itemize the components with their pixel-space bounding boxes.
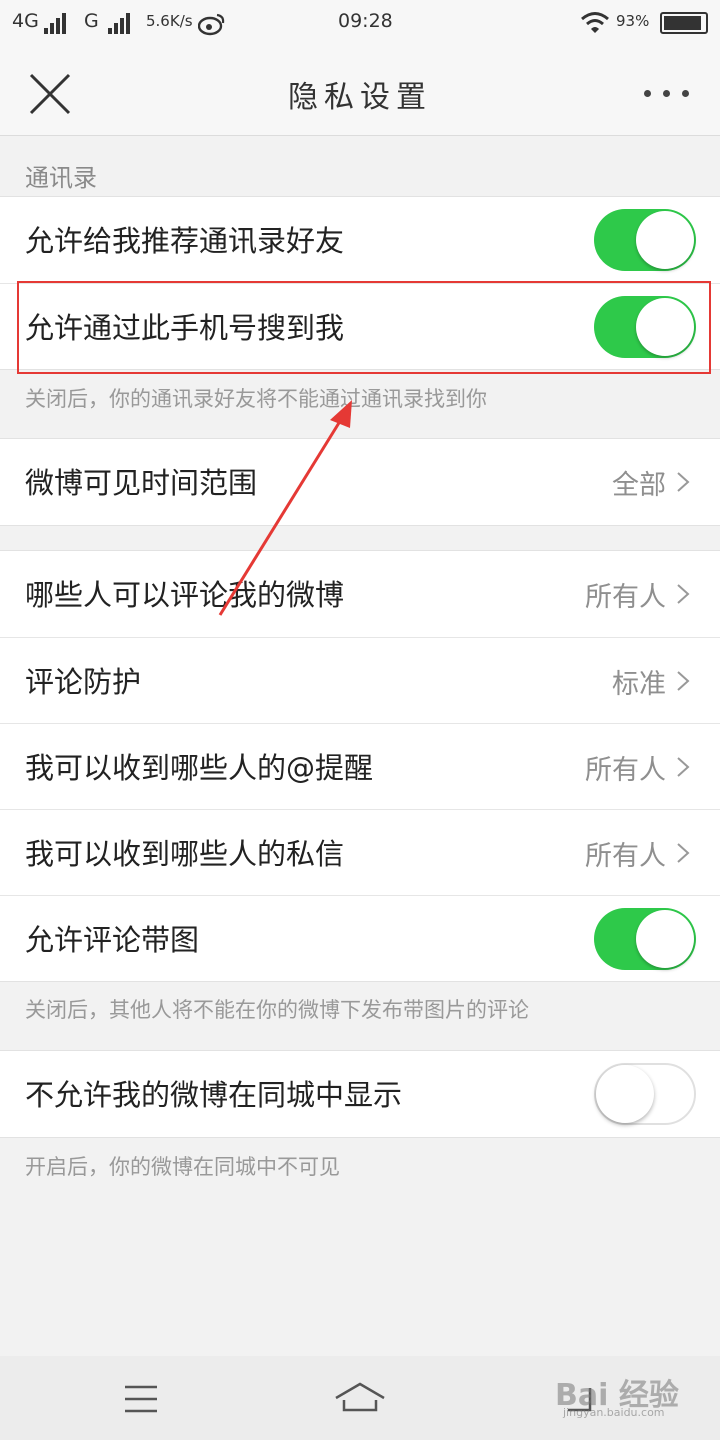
chevron-right-icon [677, 671, 690, 691]
chevron-right-icon [677, 843, 690, 863]
recommend-contacts-row[interactable]: 允许给我推荐通讯录好友 [0, 197, 720, 283]
more-dots-icon [682, 90, 689, 97]
interactions-group: 哪些人可以评论我的微博 所有人 评论防护 标准 我可以收到哪些人的@提醒 所有人… [0, 550, 720, 982]
contacts-hint: 关闭后，你的通讯录好友将不能通过通讯录找到你 [25, 387, 487, 411]
signal-icon [44, 12, 66, 34]
weibo-visibility-row[interactable]: 微博可见时间范围 全部 [0, 439, 720, 525]
weibo-icon [198, 13, 225, 36]
wifi-icon [581, 12, 609, 33]
message-permission-value: 所有人 [585, 841, 666, 872]
same-city-label: 不允许我的微博在同城中显示 [25, 1078, 403, 1112]
battery-percent: 93% [616, 12, 650, 30]
comment-permission-label: 哪些人可以评论我的微博 [25, 578, 345, 612]
section-title-contacts: 通讯录 [25, 164, 97, 192]
comment-image-toggle[interactable] [594, 908, 696, 970]
annotation-highlight-box [17, 281, 711, 374]
weibo-visibility-value: 全部 [612, 470, 666, 501]
weibo-visibility-group: 微博可见时间范围 全部 [0, 438, 720, 526]
chevron-right-icon [677, 472, 690, 492]
more-button[interactable] [636, 88, 696, 100]
comment-permission-value: 所有人 [585, 582, 666, 613]
same-city-group: 不允许我的微博在同城中显示 [0, 1050, 720, 1138]
toggle-knob [636, 910, 694, 968]
toggle-knob [596, 1065, 654, 1123]
signal-icon [108, 12, 130, 34]
chevron-right-icon [677, 584, 690, 604]
comment-image-hint: 关闭后，其他人将不能在你的微博下发布带图片的评论 [25, 998, 529, 1022]
recommend-contacts-label: 允许给我推荐通讯录好友 [25, 224, 345, 258]
list-item[interactable]: 我可以收到哪些人的@提醒 所有人 [0, 723, 720, 809]
network-type-g: G [84, 10, 99, 32]
page-title: 隐私设置 [288, 80, 432, 115]
clock: 09:28 [338, 10, 393, 32]
same-city-hint: 开启后，你的微博在同城中不可见 [25, 1155, 340, 1179]
message-permission-label: 我可以收到哪些人的私信 [25, 837, 345, 871]
menu-icon[interactable] [110, 1370, 170, 1426]
home-icon[interactable] [330, 1370, 390, 1426]
comment-image-row[interactable]: 允许评论带图 [0, 895, 720, 981]
comment-image-label: 允许评论带图 [25, 923, 200, 957]
network-speed: 5.6K/s [146, 12, 193, 30]
chevron-right-icon [677, 757, 690, 777]
more-dots-icon [644, 90, 651, 97]
same-city-toggle[interactable] [594, 1063, 696, 1125]
watermark-url: jingyan.baidu.com [563, 1406, 665, 1419]
network-type-4g: 4G [12, 10, 39, 32]
baidu-jingyan-watermark: Bai 经验 jingyan.baidu.com [555, 1362, 715, 1424]
same-city-row[interactable]: 不允许我的微博在同城中显示 [0, 1051, 720, 1137]
list-item[interactable]: 我可以收到哪些人的私信 所有人 [0, 809, 720, 895]
weibo-visibility-label: 微博可见时间范围 [25, 466, 258, 500]
list-item[interactable]: 哪些人可以评论我的微博 所有人 [0, 551, 720, 637]
toggle-knob [636, 211, 694, 269]
list-item[interactable]: 评论防护 标准 [0, 637, 720, 723]
title-bar: 隐私设置 [0, 48, 720, 136]
battery-icon [660, 12, 708, 34]
more-dots-icon [663, 90, 670, 97]
recommend-contacts-toggle[interactable] [594, 209, 696, 271]
mention-permission-label: 我可以收到哪些人的@提醒 [25, 751, 374, 785]
comment-protection-label: 评论防护 [25, 665, 142, 699]
mention-permission-value: 所有人 [585, 755, 666, 786]
comment-protection-value: 标准 [612, 669, 666, 700]
status-bar: 4G G 5.6K/s 09:28 93% [0, 0, 720, 48]
